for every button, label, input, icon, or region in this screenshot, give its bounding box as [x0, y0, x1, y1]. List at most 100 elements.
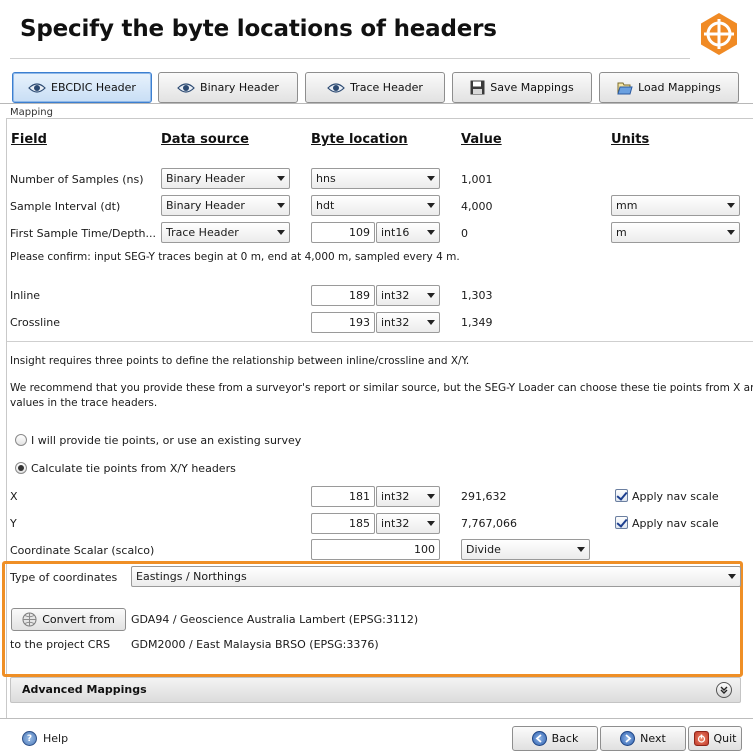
chevron-down-icon	[427, 494, 435, 499]
chevron-down-icon	[728, 574, 736, 579]
project-crs-label: to the project CRS	[10, 638, 111, 651]
provide-tie-points-label: I will provide tie points, or use an exi…	[31, 434, 302, 447]
info-line-1: Insight requires three points to define …	[10, 355, 470, 367]
fst-source-value: Trace Header	[166, 226, 239, 239]
help-label: Help	[43, 732, 69, 745]
expand-chevron-icon[interactable]	[716, 682, 732, 698]
y-type-value: int32	[381, 517, 410, 530]
column-header-byte-location: Byte location	[311, 132, 408, 147]
chevron-down-icon	[427, 230, 435, 235]
eye-icon	[28, 82, 46, 93]
eye-icon	[327, 82, 345, 93]
chevron-down-icon	[727, 203, 735, 208]
title-divider	[10, 58, 690, 59]
y-byte-input[interactable]: 185	[311, 513, 375, 534]
back-label: Back	[551, 732, 579, 745]
dt-unit-select[interactable]: mm	[611, 195, 740, 216]
column-header-field: Field	[11, 132, 47, 147]
ns-source-select[interactable]: Binary Header	[161, 168, 290, 189]
ns-value: 1,001	[461, 173, 493, 186]
next-button[interactable]: Next	[600, 726, 686, 751]
ebcdic-header-label: EBCDIC Header	[51, 81, 136, 94]
dt-unit-value: mm	[616, 199, 638, 212]
source-crs-text: GDA94 / Geoscience Australia Lambert (EP…	[131, 613, 419, 626]
inline-type-select[interactable]: int32	[376, 285, 440, 306]
save-mappings-button[interactable]: Save Mappings	[452, 72, 592, 103]
scalar-input[interactable]: 100	[311, 539, 440, 560]
x-value: 291,632	[461, 490, 507, 503]
help-icon: ?	[22, 731, 37, 746]
ns-byte-value: hns	[316, 172, 336, 185]
convert-from-button[interactable]: Convert from	[11, 608, 126, 631]
ns-source-value: Binary Header	[166, 172, 245, 185]
arrow-right-icon	[620, 731, 636, 746]
back-button[interactable]: Back	[512, 726, 598, 751]
y-type-select[interactable]: int32	[376, 513, 440, 534]
help-link[interactable]: ? Help	[22, 731, 68, 746]
fst-type-value: int16	[381, 226, 410, 239]
project-crs-text: GDM2000 / East Malaysia BRSO (EPSG:3376)	[131, 638, 379, 651]
coordinate-type-label: Type of coordinates	[10, 571, 118, 584]
calculate-tie-points-radio[interactable]	[15, 462, 27, 474]
x-type-select[interactable]: int32	[376, 486, 440, 507]
dt-source-value: Binary Header	[166, 199, 245, 212]
trace-header-button[interactable]: Trace Header	[305, 72, 445, 103]
dt-value: 4,000	[461, 200, 493, 213]
info-line-2: We recommend that you provide these from…	[10, 382, 753, 394]
power-icon	[693, 731, 709, 746]
floppy-disk-icon	[470, 80, 485, 95]
column-header-data-source: Data source	[161, 132, 249, 147]
convert-from-label: Convert from	[42, 613, 115, 626]
fst-unit-select[interactable]: m	[611, 222, 740, 243]
chevron-down-icon	[427, 203, 435, 208]
section-divider	[7, 341, 753, 342]
chevron-down-icon	[277, 203, 285, 208]
provide-tie-points-radio[interactable]	[15, 434, 27, 446]
quit-label: Quit	[713, 732, 737, 745]
dt-byte-select[interactable]: hdt	[311, 195, 440, 216]
inline-label: Inline	[10, 289, 41, 302]
ns-label: Number of Samples (ns)	[10, 173, 144, 186]
fst-type-select[interactable]: int16	[376, 222, 440, 243]
crossline-byte-input[interactable]: 193	[311, 312, 375, 333]
fst-byte-input[interactable]: 109	[311, 222, 375, 243]
globe-grid-icon	[22, 612, 37, 627]
load-mappings-button[interactable]: Load Mappings	[599, 72, 739, 103]
dt-source-select[interactable]: Binary Header	[161, 195, 290, 216]
crossline-label: Crossline	[10, 316, 61, 329]
page-title: Specify the byte locations of headers	[20, 16, 497, 42]
chevron-down-icon	[427, 521, 435, 526]
x-apply-nav-scale-checkbox[interactable]	[615, 489, 628, 502]
fst-label: First Sample Time/Depth...	[10, 227, 157, 240]
trace-header-label: Trace Header	[350, 81, 423, 94]
chevron-down-icon	[427, 320, 435, 325]
chevron-down-icon	[277, 176, 285, 181]
scalar-mode-select[interactable]: Divide	[461, 539, 590, 560]
scalar-mode-value: Divide	[466, 543, 501, 556]
column-header-units: Units	[611, 132, 650, 147]
inline-type-value: int32	[381, 289, 410, 302]
fst-value: 0	[461, 227, 468, 240]
toolbar-divider	[0, 103, 753, 104]
chevron-down-icon	[427, 176, 435, 181]
coordinate-type-value: Eastings / Northings	[136, 570, 247, 583]
quit-button[interactable]: Quit	[688, 726, 742, 751]
fst-source-select[interactable]: Trace Header	[161, 222, 290, 243]
coordinate-type-select[interactable]: Eastings / Northings	[131, 566, 741, 587]
crossline-type-value: int32	[381, 316, 410, 329]
save-mappings-label: Save Mappings	[490, 81, 574, 94]
info-line-3: values in the trace headers.	[10, 397, 158, 409]
inline-byte-input[interactable]: 189	[311, 285, 375, 306]
dt-byte-value: hdt	[316, 199, 335, 212]
crossline-value: 1,349	[461, 316, 493, 329]
confirm-text: Please confirm: input SEG-Y traces begin…	[10, 251, 460, 263]
binary-header-button[interactable]: Binary Header	[158, 72, 298, 103]
y-value: 7,767,066	[461, 517, 517, 530]
dt-label: Sample Interval (dt)	[10, 200, 121, 213]
crossline-type-select[interactable]: int32	[376, 312, 440, 333]
y-apply-nav-scale-checkbox[interactable]	[615, 516, 628, 529]
column-header-value: Value	[461, 132, 502, 147]
ebcdic-header-button[interactable]: EBCDIC Header	[12, 72, 152, 103]
x-byte-input[interactable]: 181	[311, 486, 375, 507]
ns-byte-select[interactable]: hns	[311, 168, 440, 189]
